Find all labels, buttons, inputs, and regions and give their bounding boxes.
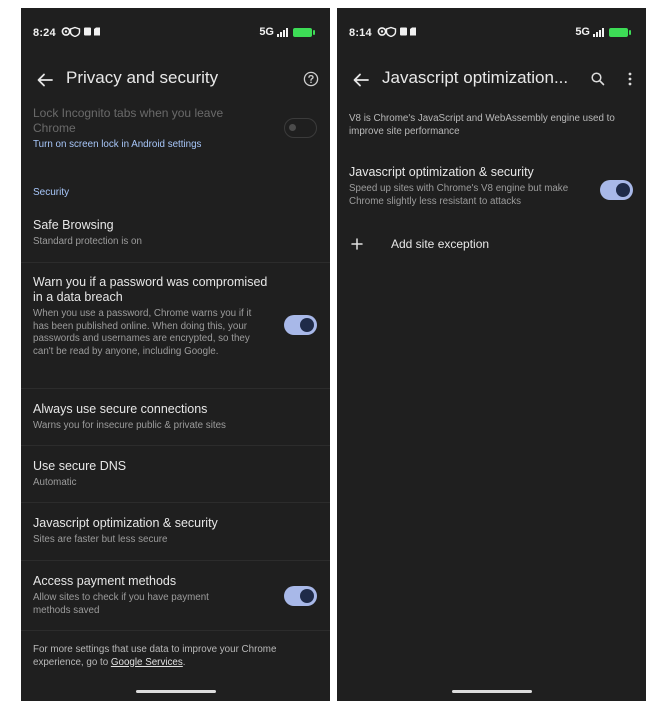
home-indicator[interactable] [135,690,216,693]
plus-icon [351,238,363,250]
safe-browsing-title: Safe Browsing [33,218,114,232]
password-breach-title: Warn you if a password was compromised i… [33,275,268,304]
payment-methods-subtitle: Allow sites to check if you have payment… [33,592,209,616]
payment-methods-row[interactable]: Access payment methods Allow sites to ch… [21,561,330,631]
back-arrow-icon[interactable] [349,68,373,92]
status-right-cluster: 5G [259,26,315,38]
back-arrow-icon[interactable] [33,68,57,92]
battery-icon [609,27,631,37]
incognito-lock-toggle [284,118,317,138]
footer-text-end: . [182,656,186,668]
incognito-lock-row: Lock Incognito tabs when you leave Chrom… [21,106,330,158]
js-setting-subtitle: Speed up sites with Chrome's V8 engine b… [349,183,569,207]
network-label: 5G [575,26,590,38]
signal-icon [593,27,604,37]
footer-text: For more settings that use data to impro… [33,644,313,669]
security-section-header: Security [21,158,330,206]
secure-dns-title: Use secure DNS [33,459,127,473]
incognito-lock-title: Lock Incognito tabs when you leave Chrom… [33,106,224,135]
help-icon[interactable] [303,71,319,87]
page-title: Privacy and security [66,68,219,87]
js-optimization-toggle[interactable] [600,180,633,200]
status-right-cluster: 5G [575,26,631,38]
home-indicator[interactable] [451,690,532,693]
page-title: Javascript optimization... [382,68,569,87]
app-bar: Privacy and security [21,60,330,100]
search-icon[interactable] [590,71,606,87]
security-header-label: Security [33,187,70,198]
app-bar: Javascript optimization... [337,60,646,100]
secure-connections-title: Always use secure connections [33,402,208,416]
password-breach-toggle[interactable] [284,315,317,335]
js-optimization-subtitle: Sites are faster but less secure [33,534,168,545]
js-settings-content: V8 is Chrome's JavaScript and WebAssembl… [337,113,646,265]
secure-connections-subtitle: Warns you for insecure public & private … [33,420,226,431]
password-breach-subtitle: When you use a password, Chrome warns yo… [33,308,252,357]
js-optimization-title: Javascript optimization & security [33,516,218,530]
js-optimization-row[interactable]: Javascript optimization & security Sites… [21,503,330,561]
status-bar: 8:24 5G [21,8,330,54]
v8-description: V8 is Chrome's JavaScript and WebAssembl… [337,113,646,165]
phone-screen-privacy: 8:24 5G Privacy and security Lock Incogn… [21,8,330,701]
status-bar: 8:14 5G [337,8,646,54]
status-time: 8:24 [33,27,56,39]
js-setting-title: Javascript optimization & security [349,165,534,179]
secure-connections-row[interactable]: Always use secure connections Warns you … [21,389,330,446]
js-optimization-setting-row[interactable]: Javascript optimization & security Speed… [337,165,646,225]
secure-dns-subtitle: Automatic [33,477,77,488]
add-site-exception-row[interactable]: Add site exception [337,225,646,265]
add-site-exception-label: Add site exception [391,237,490,251]
footer-note: For more settings that use data to impro… [21,631,330,669]
status-notification-icons [61,26,100,37]
settings-list: Lock Incognito tabs when you leave Chrom… [21,106,330,669]
status-notification-icons [377,26,416,37]
v8-description-text: V8 is Chrome's JavaScript and WebAssembl… [349,113,615,137]
signal-icon [277,27,288,37]
status-time: 8:14 [349,27,372,39]
safe-browsing-row[interactable]: Safe Browsing Standard protection is on [21,206,330,263]
safe-browsing-subtitle: Standard protection is on [33,236,142,247]
screen-lock-link[interactable]: Turn on screen lock in Android settings [33,139,318,150]
secure-dns-row[interactable]: Use secure DNS Automatic [21,446,330,503]
google-services-link[interactable]: Google Services [111,657,183,668]
more-vert-icon[interactable] [626,71,634,87]
phone-screen-js-optimization: 8:14 5G Javascript optimization... V8 is… [337,8,646,701]
battery-icon [293,27,315,37]
network-label: 5G [259,26,274,38]
payment-methods-toggle[interactable] [284,586,317,606]
password-breach-row[interactable]: Warn you if a password was compromised i… [21,263,330,389]
payment-methods-title: Access payment methods [33,574,177,588]
